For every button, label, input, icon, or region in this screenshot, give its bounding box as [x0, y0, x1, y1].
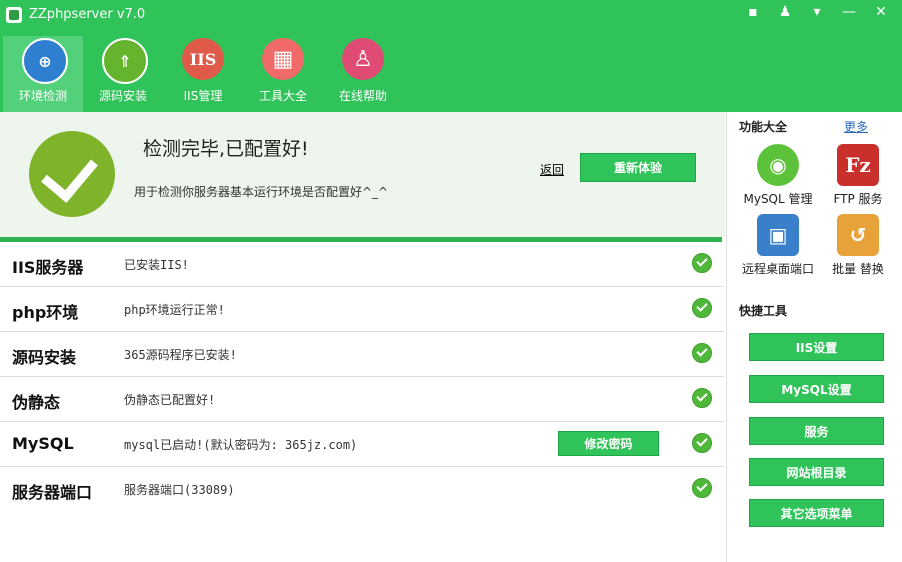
tools-title: 快捷工具 — [739, 304, 788, 318]
close-icon[interactable]: ✕ — [872, 4, 890, 20]
more-link[interactable]: 更多 — [844, 118, 868, 135]
iis-icon: IIS — [182, 38, 224, 80]
feature-batch-replace[interactable]: ↺ 批量 替换 — [813, 214, 902, 277]
check-row-mysql: MySQL mysql已启动!(默认密码为: 365jz.com) 修改密码 — [0, 422, 724, 467]
app-title: ZZphpserver v7.0 — [29, 7, 146, 22]
main-panel: 检测完毕,已配置好! 用于检测你服务器基本运行环境是否配置好^_^ 返回 重新体… — [0, 112, 725, 562]
nav-item-online-help[interactable]: ♙ 在线帮助 — [323, 36, 403, 112]
other-options-button[interactable]: 其它选项菜单 — [749, 499, 884, 527]
feature-label: 批量 替换 — [832, 262, 884, 276]
row-name: 源码安装 — [12, 348, 77, 367]
shield-target-icon: ⊕ — [22, 38, 68, 84]
feature-label: 远程桌面端口 — [741, 262, 814, 276]
ok-check-icon — [692, 253, 712, 273]
change-password-button[interactable]: 修改密码 — [558, 431, 659, 456]
folder-replace-icon: ↺ — [837, 214, 879, 256]
feature-ftp-service[interactable]: Fz FTP 服务 — [813, 144, 902, 207]
row-name: MySQL — [12, 434, 74, 453]
menu-icon[interactable]: ▾ — [808, 4, 826, 20]
nav-item-source-install[interactable]: ⇑ 源码安装 — [83, 36, 163, 112]
skin-icon[interactable]: ♟ — [776, 4, 794, 20]
row-status: 365源码程序已安装! — [124, 348, 237, 362]
ok-check-icon — [692, 433, 712, 453]
nav-label: IIS管理 — [183, 89, 223, 103]
window-controls: ▪ ♟ ▾ — ✕ — [744, 4, 890, 20]
check-row-php: php环境 php环境运行正常! — [0, 287, 724, 332]
back-link[interactable]: 返回 — [540, 161, 564, 178]
main-nav: ⊕ 环境检测 ⇑ 源码安装 IIS IIS管理 ▦ 工具大全 ♙ 在线帮助 — [3, 36, 403, 112]
mysql-dolphin-icon: ◉ — [757, 144, 799, 186]
services-button[interactable]: 服务 — [749, 417, 884, 445]
web-root-button[interactable]: 网站根目录 — [749, 458, 884, 486]
result-banner: 检测完毕,已配置好! 用于检测你服务器基本运行环境是否配置好^_^ 返回 重新体… — [0, 112, 725, 237]
row-name: 服务器端口 — [12, 483, 93, 502]
remote-desktop-icon: ▣ — [757, 214, 799, 256]
nav-item-tools[interactable]: ▦ 工具大全 — [243, 36, 323, 112]
check-list: IIS服务器 已安装IIS! php环境 php环境运行正常! 源码安装 365… — [0, 242, 724, 511]
big-check-icon — [29, 131, 115, 217]
minimize-icon[interactable]: — — [840, 4, 858, 20]
help-person-icon: ♙ — [342, 38, 384, 80]
nav-label: 环境检测 — [18, 89, 67, 103]
row-status: mysql已启动!(默认密码为: 365jz.com) — [124, 438, 358, 452]
nav-label: 工具大全 — [258, 89, 307, 103]
nav-item-iis-manage[interactable]: IIS IIS管理 — [163, 36, 243, 112]
row-name: IIS服务器 — [12, 258, 84, 277]
feature-label: MySQL 管理 — [743, 192, 813, 206]
ok-check-icon — [692, 343, 712, 363]
row-name: 伪静态 — [12, 393, 61, 412]
check-row-source: 源码安装 365源码程序已安装! — [0, 332, 724, 377]
check-row-port: 服务器端口 服务器端口(33089) — [0, 467, 724, 511]
row-status: 已安装IIS! — [124, 258, 189, 272]
banner-subtitle: 用于检测你服务器基本运行环境是否配置好^_^ — [134, 185, 389, 199]
row-status: php环境运行正常! — [124, 303, 225, 317]
ok-check-icon — [692, 298, 712, 318]
ok-check-icon — [692, 388, 712, 408]
mysql-settings-button[interactable]: MySQL设置 — [749, 375, 884, 403]
retest-button[interactable]: 重新体验 — [580, 153, 696, 182]
check-row-rewrite: 伪静态 伪静态已配置好! — [0, 377, 724, 422]
check-row-iis: IIS服务器 已安装IIS! — [0, 242, 724, 287]
features-title: 功能大全 — [739, 120, 788, 134]
feature-mysql-manage[interactable]: ◉ MySQL 管理 — [733, 144, 823, 207]
app-logo-icon — [6, 7, 22, 23]
row-name: php环境 — [12, 303, 79, 322]
chat-icon[interactable]: ▪ — [744, 4, 762, 20]
feature-label: FTP 服务 — [833, 192, 883, 206]
iis-settings-button[interactable]: IIS设置 — [749, 333, 884, 361]
row-status: 服务器端口(33089) — [124, 483, 235, 497]
ok-check-icon — [692, 478, 712, 498]
title-bar: ZZphpserver v7.0 ▪ ♟ ▾ — ✕ ⊕ 环境检测 ⇑ 源码安装… — [0, 0, 902, 112]
filezilla-icon: Fz — [837, 144, 879, 186]
install-arrows-icon: ⇑ — [102, 38, 148, 84]
row-status: 伪静态已配置好! — [124, 393, 216, 407]
banner-title: 检测完毕,已配置好! — [143, 138, 309, 160]
sidebar: 功能大全 更多 ◉ MySQL 管理 Fz FTP 服务 ▣ 远程桌面端口 ↺ … — [726, 112, 902, 562]
tools-grid-icon: ▦ — [262, 38, 304, 80]
nav-item-env-check[interactable]: ⊕ 环境检测 — [3, 36, 83, 112]
nav-label: 源码安装 — [98, 89, 147, 103]
feature-remote-desktop[interactable]: ▣ 远程桌面端口 — [733, 214, 823, 277]
nav-label: 在线帮助 — [338, 89, 387, 103]
